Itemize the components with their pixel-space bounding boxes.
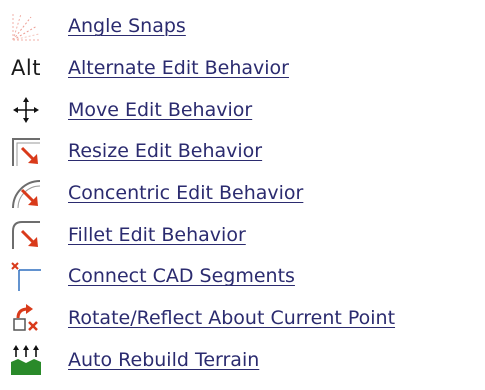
resize-edit-icon: [8, 136, 44, 168]
auto-rebuild-terrain-icon: [8, 344, 44, 376]
list-item-auto-rebuild-terrain: Auto Rebuild Terrain: [8, 340, 478, 382]
list-item-rotate-reflect: Rotate/Reflect About Current Point: [8, 298, 478, 340]
rotate-reflect-link[interactable]: Rotate/Reflect About Current Point: [68, 309, 395, 328]
alternate-edit-behavior-link[interactable]: Alternate Edit Behavior: [68, 59, 289, 78]
list-item-angle-snaps: Angle Snaps: [8, 6, 478, 48]
connect-cad-segments-icon: [8, 261, 44, 293]
connect-cad-segments-link[interactable]: Connect CAD Segments: [68, 267, 295, 286]
alternate-edit-icon: Alt: [11, 56, 41, 81]
concentric-edit-behavior-link[interactable]: Concentric Edit Behavior: [68, 184, 303, 203]
behavior-link-list: Angle Snaps Alt Alternate Edit Behavior …: [8, 6, 478, 381]
concentric-edit-icon: [8, 178, 44, 210]
rotate-reflect-icon: [8, 303, 44, 335]
list-item-concentric-edit: Concentric Edit Behavior: [8, 173, 478, 215]
fillet-edit-behavior-link[interactable]: Fillet Edit Behavior: [68, 225, 246, 245]
resize-edit-behavior-link[interactable]: Resize Edit Behavior: [68, 142, 262, 161]
move-edit-icon: [8, 94, 44, 126]
auto-rebuild-terrain-link[interactable]: Auto Rebuild Terrain: [68, 350, 259, 370]
list-item-resize-edit: Resize Edit Behavior: [8, 131, 478, 173]
angle-snaps-icon: [8, 11, 44, 43]
list-item-alternate-edit: Alt Alternate Edit Behavior: [8, 48, 478, 90]
list-item-connect-cad: Connect CAD Segments: [8, 256, 478, 298]
list-item-fillet-edit: Fillet Edit Behavior: [8, 214, 478, 256]
fillet-edit-icon: [8, 219, 44, 251]
list-item-move-edit: Move Edit Behavior: [8, 89, 478, 131]
angle-snaps-link[interactable]: Angle Snaps: [68, 17, 186, 36]
move-edit-behavior-link[interactable]: Move Edit Behavior: [68, 100, 252, 120]
